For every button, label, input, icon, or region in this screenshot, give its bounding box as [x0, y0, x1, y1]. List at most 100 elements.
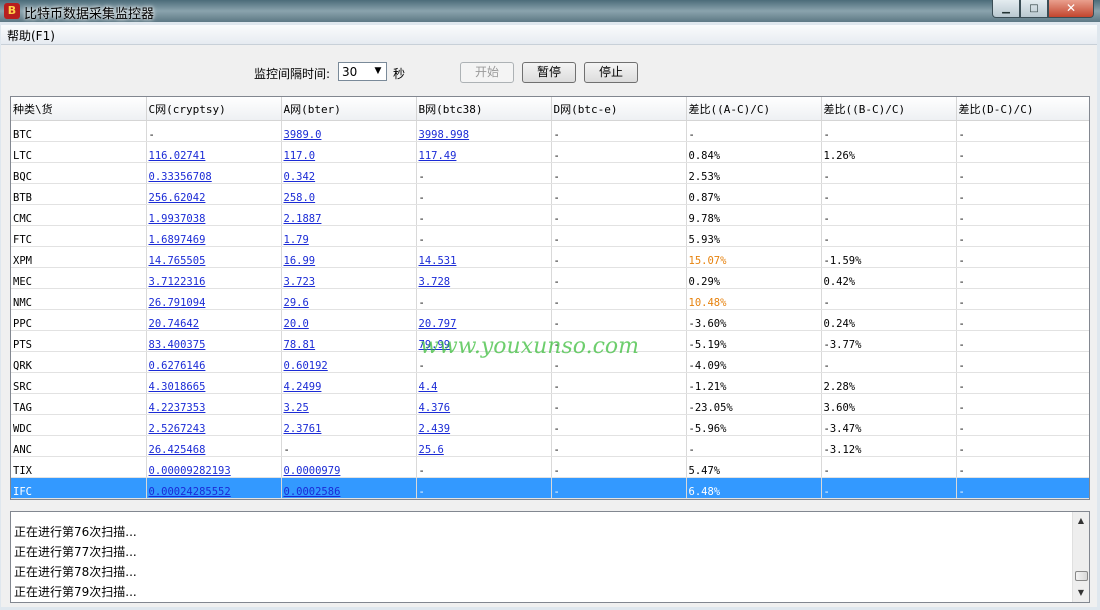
start-button[interactable]: 开始 [460, 62, 514, 83]
price-link[interactable]: 0.00009282193 [149, 465, 231, 477]
table-cell: - [956, 372, 1089, 394]
table-row[interactable]: ANC 26.425468-25.6- - -3.12% - [11, 435, 1089, 457]
column-header[interactable]: 差比((B-C)/C) [821, 97, 957, 121]
price-link[interactable]: 256.62042 [149, 192, 206, 204]
column-header[interactable]: 差比(D-C)/C) [956, 97, 1089, 121]
table-cell: 2.53% [686, 162, 822, 184]
table-row[interactable]: NMC 26.791094 29.6- -10.48% - - [11, 288, 1089, 310]
table-row[interactable]: LTC 116.02741 117.0 117.49-0.84% 1.26% - [11, 141, 1089, 163]
column-header[interactable]: A网(bter) [281, 97, 417, 121]
menu-help[interactable]: 帮助(F1) [7, 27, 55, 44]
scroll-thumb[interactable] [1075, 571, 1088, 581]
price-link[interactable]: 78.81 [284, 339, 316, 351]
scroll-down-icon[interactable]: ▼ [1073, 586, 1089, 600]
chevron-down-icon[interactable]: ▼ [372, 65, 384, 78]
price-link[interactable]: 4.376 [419, 402, 451, 414]
table-cell: 116.02741 [146, 141, 282, 163]
price-table[interactable]: 种类\货 C网(cryptsy) A网(bter) B网(btc38) D网(btc-e… [10, 96, 1090, 500]
price-link[interactable]: 0.6276146 [149, 360, 206, 372]
table-row[interactable]: PTS 83.400375 78.81 79.99- -5.19% -3.77% - [11, 330, 1089, 352]
pause-button[interactable]: 暂停 [522, 62, 576, 83]
price-link[interactable]: 117.0 [284, 150, 316, 162]
price-link[interactable]: 2.3761 [284, 423, 322, 435]
price-link[interactable]: 20.797 [419, 318, 457, 330]
table-cell: - [821, 120, 957, 142]
scan-log[interactable]: 正在进行第76次扫描... 正在进行第77次扫描... 正在进行第78次扫描... 正… [10, 511, 1090, 603]
price-link[interactable]: 14.531 [419, 255, 457, 267]
price-link[interactable]: 26.791094 [149, 297, 206, 309]
price-link[interactable]: 3998.998 [419, 129, 470, 141]
table-row[interactable]: BTB 256.62042 258.0- -0.87% - - [11, 183, 1089, 205]
price-link[interactable]: 3.723 [284, 276, 316, 288]
column-header[interactable]: C网(cryptsy) [146, 97, 282, 121]
price-link[interactable]: 2.1887 [284, 213, 322, 225]
price-link[interactable]: 16.99 [284, 255, 316, 267]
price-link[interactable]: 83.400375 [149, 339, 206, 351]
table-cell: QRK [11, 351, 147, 373]
log-scrollbar[interactable]: ▲ ▼ [1072, 512, 1089, 602]
table-row[interactable]: QRK 0.6276146 0.60192- - -4.09% - - [11, 351, 1089, 373]
price-link[interactable]: 0.60192 [284, 360, 328, 372]
table-cell: 6.48% [686, 477, 822, 499]
table-cell: 0.342 [281, 162, 417, 184]
table-row[interactable]: TIX 0.00009282193 0.0000979- -5.47% - - [11, 456, 1089, 478]
table-row[interactable]: SRC 4.3018665 4.2499 4.4- -1.21% 2.28% - [11, 372, 1089, 394]
price-link[interactable]: 26.425468 [149, 444, 206, 456]
column-header[interactable]: B网(btc38) [416, 97, 552, 121]
price-link[interactable]: 1.6897469 [149, 234, 206, 246]
table-cell: 0.0002586 [281, 477, 417, 499]
scroll-up-icon[interactable]: ▲ [1073, 514, 1089, 528]
column-header[interactable]: 种类\货 [11, 97, 147, 121]
price-link[interactable]: 0.0000979 [284, 465, 341, 477]
table-row[interactable]: IFC 0.00024285552 0.0002586- -6.48% - - [11, 477, 1089, 499]
table-row[interactable]: TAG 4.2237353 3.25 4.376- -23.05% 3.60% - [11, 393, 1089, 415]
table-row[interactable]: BQC 0.33356708 0.342- -2.53% - - [11, 162, 1089, 184]
price-link[interactable]: 3989.0 [284, 129, 322, 141]
price-link[interactable]: 2.439 [419, 423, 451, 435]
price-link[interactable]: 3.7122316 [149, 276, 206, 288]
price-link[interactable]: 1.79 [284, 234, 309, 246]
price-link[interactable]: 4.4 [419, 381, 438, 393]
price-link[interactable]: 29.6 [284, 297, 309, 309]
table-row[interactable]: CMC 1.9937038 2.1887- -9.78% - - [11, 204, 1089, 226]
table-row[interactable]: PPC 20.74642 20.0 20.797- -3.60% 0.24% - [11, 309, 1089, 331]
price-link[interactable]: 4.2237353 [149, 402, 206, 414]
price-link[interactable]: 0.342 [284, 171, 316, 183]
table-row[interactable]: BTC -3989.0 3998.998- - - - [11, 120, 1089, 142]
table-row[interactable]: WDC 2.5267243 2.3761 2.439- -5.96% -3.47% - [11, 414, 1089, 436]
table-cell: - [551, 309, 687, 331]
price-link[interactable]: 14.765505 [149, 255, 206, 267]
price-link[interactable]: 20.0 [284, 318, 309, 330]
price-link[interactable]: 3.25 [284, 402, 309, 414]
minimize-button[interactable]: ▁ [992, 0, 1020, 18]
interval-value: 30 [342, 65, 358, 79]
column-header[interactable]: 差比((A-C)/C) [686, 97, 822, 121]
table-cell: 256.62042 [146, 183, 282, 205]
stop-button[interactable]: 停止 [584, 62, 638, 83]
close-button[interactable]: ✕ [1048, 0, 1094, 18]
price-link[interactable]: 117.49 [419, 150, 457, 162]
table-cell: 3989.0 [281, 120, 417, 142]
maximize-button[interactable]: □ [1020, 0, 1048, 18]
table-cell: 2.28% [821, 372, 957, 394]
price-link[interactable]: 25.6 [419, 444, 444, 456]
interval-select[interactable]: 30 ▼ [338, 62, 387, 81]
table-row[interactable]: XPM 14.765505 16.99 14.531-15.07% -1.59% - [11, 246, 1089, 268]
price-link[interactable]: 258.0 [284, 192, 316, 204]
price-link[interactable]: 3.728 [419, 276, 451, 288]
price-link[interactable]: 79.99 [419, 339, 451, 351]
table-cell: 258.0 [281, 183, 417, 205]
column-header[interactable]: D网(btc-e) [551, 97, 687, 121]
price-link[interactable]: 2.5267243 [149, 423, 206, 435]
price-link[interactable]: 0.0002586 [284, 486, 341, 498]
price-link[interactable]: 4.3018665 [149, 381, 206, 393]
price-link[interactable]: 0.00024285552 [149, 486, 231, 498]
price-link[interactable]: 4.2499 [284, 381, 322, 393]
price-link[interactable]: 116.02741 [149, 150, 206, 162]
price-link[interactable]: 20.74642 [149, 318, 200, 330]
table-row[interactable]: FTC 1.6897469 1.79- -5.93% - - [11, 225, 1089, 247]
table-cell: 78.81 [281, 330, 417, 352]
price-link[interactable]: 1.9937038 [149, 213, 206, 225]
price-link[interactable]: 0.33356708 [149, 171, 212, 183]
table-row[interactable]: MEC 3.7122316 3.723 3.728-0.29% 0.42% - [11, 267, 1089, 289]
